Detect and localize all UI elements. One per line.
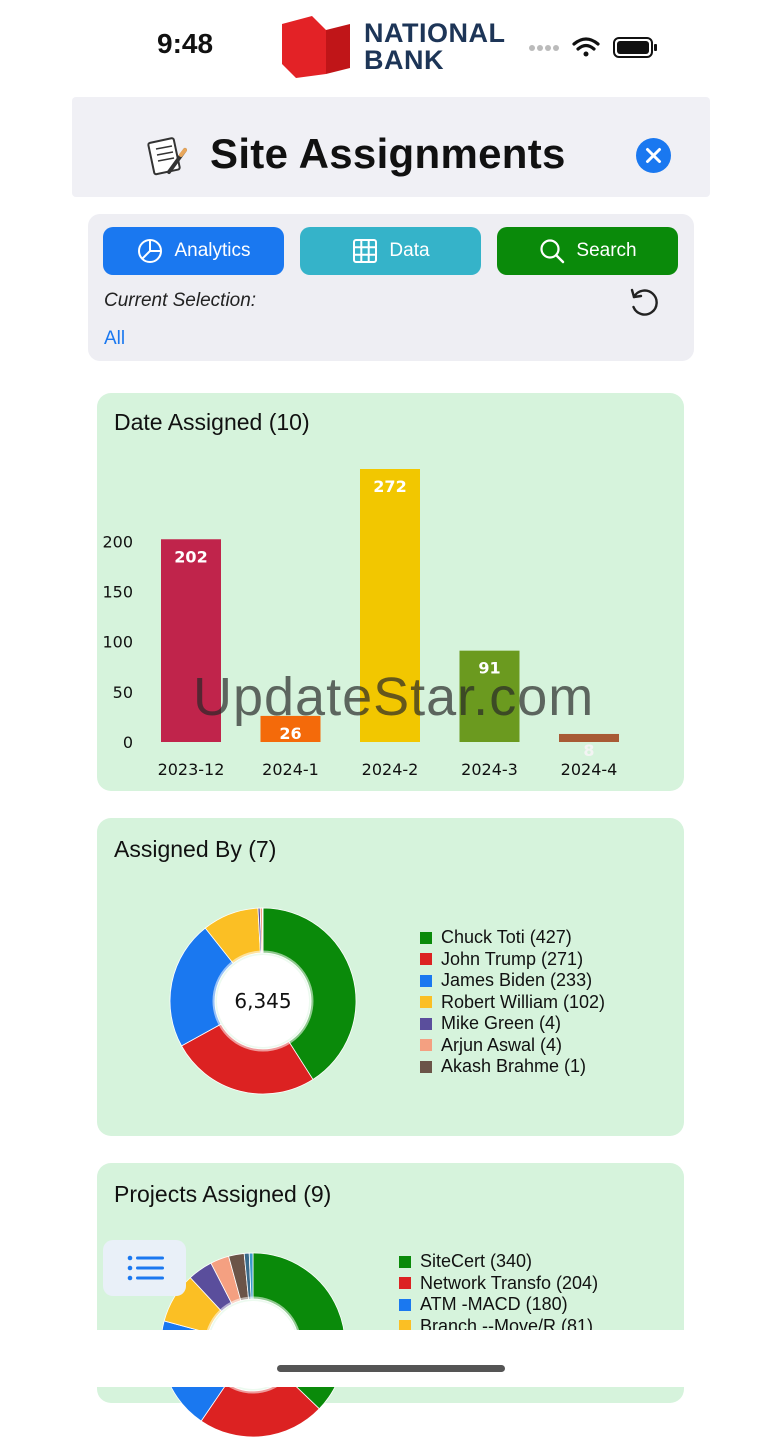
bar-value-label: 8: [583, 741, 594, 760]
bar-value-label: 272: [373, 477, 406, 496]
legend-label: John Trump (271): [441, 948, 584, 969]
close-button[interactable]: [636, 138, 671, 173]
bottom-safe-area: [0, 1330, 780, 1387]
pie-chart-icon: [138, 239, 163, 263]
legend-item[interactable]: Chuck Toti (427): [420, 927, 605, 949]
legend-swatch: [420, 1017, 432, 1030]
donut-center-total: 6,345: [234, 989, 291, 1013]
search-button[interactable]: Search: [497, 227, 678, 275]
y-tick-label-4: 200: [102, 532, 133, 551]
legend-swatch: [399, 1298, 411, 1311]
legend-item[interactable]: Robert William (102): [420, 992, 605, 1014]
legend-label: Network Transfo (204): [420, 1272, 599, 1293]
legend-item[interactable]: SiteCert (340): [399, 1251, 598, 1273]
legend-item[interactable]: Network Transfo (204): [399, 1273, 598, 1295]
status-icons: [529, 37, 657, 58]
x-tick-label: 2024-3: [461, 760, 518, 779]
legend-swatch: [420, 974, 432, 987]
status-time: 9:48: [157, 28, 214, 59]
projects-assigned-title: Projects Assigned (9): [114, 1181, 332, 1207]
legend-item[interactable]: ATM -MACD (180): [399, 1294, 598, 1316]
x-tick-label: 2023-12: [158, 760, 225, 779]
bank-name-line2: BANK: [364, 45, 444, 75]
list-icon: [127, 1255, 164, 1281]
legend-swatch: [420, 953, 432, 966]
legend-label: ATM -MACD (180): [420, 1294, 568, 1315]
bar-value-label: 202: [174, 547, 207, 566]
x-tick-label: 2024-2: [362, 760, 419, 779]
legend-item[interactable]: John Trump (271): [420, 949, 605, 971]
legend-item[interactable]: Mike Green (4): [420, 1013, 605, 1035]
legend-swatch: [420, 931, 432, 944]
legend-label: SiteCert (340): [420, 1251, 533, 1272]
data-label: Data: [389, 240, 430, 261]
legend-item[interactable]: James Biden (233): [420, 970, 605, 992]
legend-swatch: [420, 996, 432, 1009]
legend-label: James Biden (233): [441, 970, 593, 991]
x-tick-label: 2024-4: [561, 760, 618, 779]
legend-item[interactable]: Arjun Aswal (4): [420, 1035, 605, 1057]
y-tick-label-2: 100: [102, 633, 133, 652]
legend-swatch: [420, 1039, 432, 1052]
assigned-by-donut-chart: 6,345: [169, 907, 357, 1095]
y-tick-label-3: 150: [102, 582, 133, 601]
analytics-label: Analytics: [174, 240, 251, 261]
legend-label: Robert William (102): [441, 991, 606, 1012]
assigned-by-legend: Chuck Toti (427) John Trump (271) James Bi…: [420, 927, 605, 1078]
legend-swatch: [420, 1060, 432, 1073]
home-indicator[interactable]: [277, 1365, 505, 1372]
x-tick-label: 2024-1: [262, 760, 319, 779]
analytics-button[interactable]: Analytics: [103, 227, 284, 275]
reset-icon[interactable]: [626, 285, 662, 321]
cellular-signal-icon: [529, 45, 559, 51]
data-button[interactable]: Data: [300, 227, 481, 275]
bank-name: NATIONAL BANK: [364, 20, 505, 74]
legend-label: Mike Green (4): [441, 1013, 562, 1034]
list-menu-button[interactable]: [103, 1240, 186, 1296]
y-tick-label-1: 50: [113, 683, 133, 702]
grid-icon: [353, 239, 378, 263]
close-icon: [646, 148, 661, 163]
page-title: Site Assignments: [210, 130, 566, 177]
memo-icon: [147, 137, 187, 176]
y-tick-label-0: 0: [123, 733, 133, 752]
legend-swatch: [399, 1277, 411, 1290]
projects-assigned-legend: SiteCert (340) Network Transfo (204) ATM -…: [399, 1251, 598, 1337]
assigned-by-title: Assigned By (7): [114, 836, 277, 862]
current-selection-label: Current Selection:: [104, 290, 257, 311]
legend-label: Chuck Toti (427): [441, 927, 572, 948]
legend-item[interactable]: Akash Brahme (1): [420, 1056, 605, 1078]
date-assigned-bar-chart: 0501001502002022023-12262024-12722024-29…: [102, 469, 619, 779]
legend-label: Akash Brahme (1): [441, 1056, 587, 1077]
donut-slice[interactable]: [262, 907, 264, 954]
legend-label: Arjun Aswal (4): [441, 1034, 563, 1055]
search-icon: [540, 239, 565, 264]
current-selection-value[interactable]: All: [104, 328, 125, 350]
battery-icon: [613, 37, 657, 58]
wifi-icon: [572, 37, 600, 57]
watermark-text: UpdateStar.com: [193, 667, 595, 727]
legend-swatch: [399, 1255, 411, 1268]
search-label: Search: [576, 240, 637, 261]
bank-name-line1: NATIONAL: [364, 18, 506, 48]
